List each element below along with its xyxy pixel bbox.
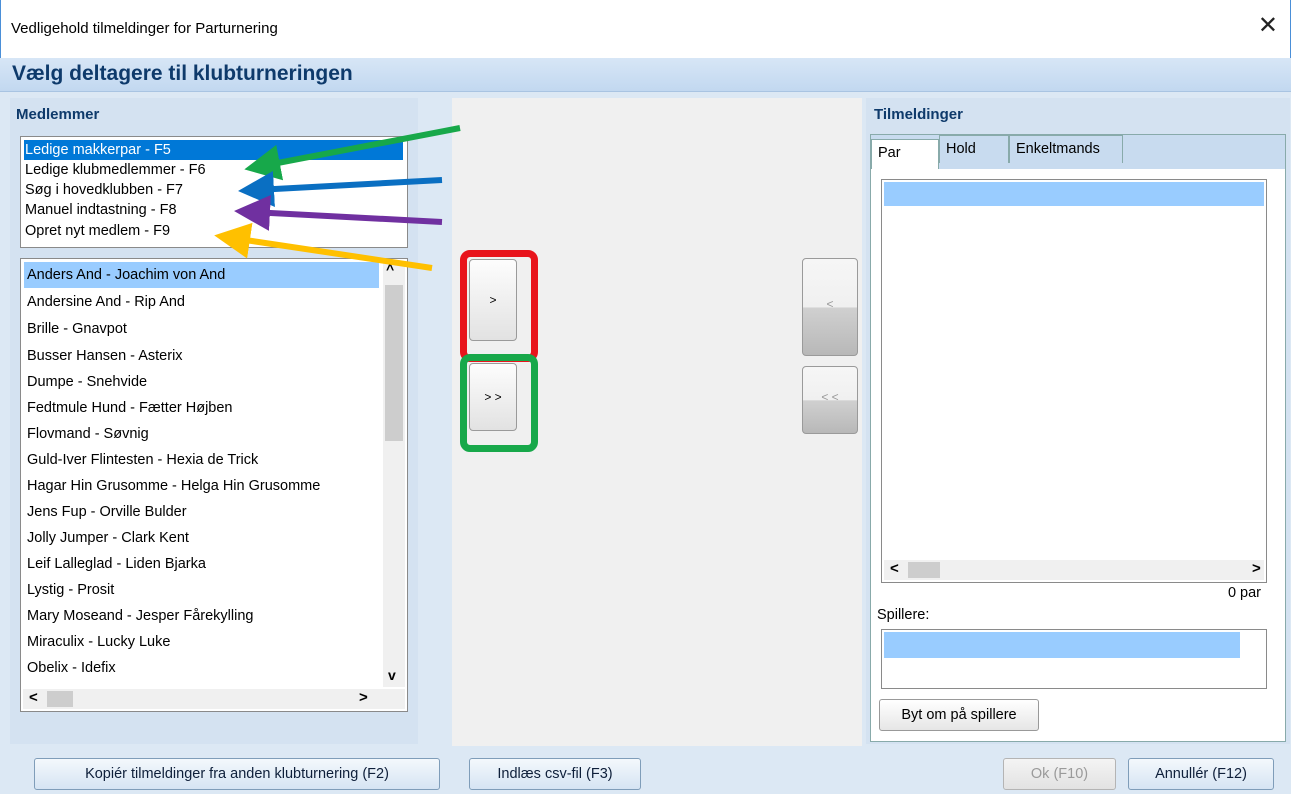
tab-control: Par Hold Enkeltmands < > 0 par Spillere:…: [870, 134, 1286, 742]
transfer-panel: > > > < < <: [452, 98, 862, 746]
pair-count: 0 par: [1227, 585, 1261, 601]
ok-button[interactable]: Ok (F10): [1003, 758, 1116, 790]
list-item[interactable]: Andersine And - Rip And: [24, 289, 379, 315]
page-header: Vælg deltagere til klubturneringen: [0, 58, 1291, 92]
add-all-button[interactable]: > >: [469, 363, 517, 431]
list-item[interactable]: Flovmand - Søvnig: [24, 421, 379, 447]
members-panel: Medlemmer Ledige makkerpar - F5 Ledige k…: [10, 98, 418, 744]
source-option-opret-nyt-medlem[interactable]: Opret nyt medlem - F9: [24, 221, 170, 241]
registrations-list[interactable]: < >: [881, 179, 1267, 583]
scroll-up-icon[interactable]: ^: [386, 261, 394, 277]
list-item[interactable]: Jolly Jumper - Clark Kent: [24, 525, 379, 551]
registrations-label: Tilmeldinger: [874, 106, 963, 123]
source-option-ledige-klubmedlemmer[interactable]: Ledige klubmedlemmer - F6: [24, 160, 206, 180]
list-item[interactable]: Brille - Gnavpot: [24, 316, 379, 342]
page-title: Vælg deltagere til klubturneringen: [12, 62, 353, 85]
list-item[interactable]: [884, 182, 1264, 206]
tab-hold[interactable]: Hold: [939, 135, 1009, 163]
remove-one-button[interactable]: <: [802, 258, 858, 356]
scroll-right-icon[interactable]: >: [359, 689, 368, 706]
import-csv-button[interactable]: Indlæs csv-fil (F3): [469, 758, 641, 790]
window-title: Vedligehold tilmeldinger for Parturnerin…: [11, 20, 278, 37]
list-item[interactable]: Guld-Iver Flintesten - Hexia de Trick: [24, 447, 379, 473]
players-label: Spillere:: [877, 607, 930, 623]
list-item[interactable]: Fedtmule Hund - Fætter Højben: [24, 395, 379, 421]
members-vertical-scrollbar[interactable]: ^ v: [383, 261, 405, 687]
scrollbar-thumb[interactable]: [908, 562, 940, 578]
scroll-down-icon[interactable]: v: [388, 667, 396, 683]
list-item[interactable]: Jens Fup - Orville Bulder: [24, 499, 379, 525]
scroll-left-icon[interactable]: <: [890, 560, 899, 577]
source-listbox[interactable]: Ledige makkerpar - F5 Ledige klubmedlemm…: [20, 136, 408, 248]
list-item[interactable]: Busser Hansen - Asterix: [24, 343, 379, 369]
members-list[interactable]: Anders And - Joachim von And Andersine A…: [20, 258, 408, 712]
list-item[interactable]: Obelix - Idefix: [24, 655, 379, 681]
scroll-left-icon[interactable]: <: [29, 689, 38, 706]
scrollbar-thumb[interactable]: [47, 691, 73, 707]
list-item[interactable]: Dumpe - Snehvide: [24, 369, 379, 395]
list-item[interactable]: Lystig - Prosit: [24, 577, 379, 603]
source-option-manuel-indtastning[interactable]: Manuel indtastning - F8: [24, 200, 177, 220]
tab-enkeltmands[interactable]: Enkeltmands: [1009, 135, 1123, 163]
list-item[interactable]: Hagar Hin Grusomme - Helga Hin Grusomme: [24, 473, 379, 499]
source-option-ledige-makkerpar[interactable]: Ledige makkerpar - F5: [24, 140, 403, 160]
title-bar: Vedligehold tilmeldinger for Parturnerin…: [0, 0, 1291, 58]
list-item[interactable]: Mary Moseand - Jesper Fårekylling: [24, 603, 379, 629]
scroll-right-icon[interactable]: >: [1252, 560, 1261, 577]
swap-players-button[interactable]: Byt om på spillere: [879, 699, 1039, 731]
tab-par[interactable]: Par: [871, 139, 939, 171]
registrations-horizontal-scrollbar[interactable]: < >: [884, 560, 1264, 580]
list-item[interactable]: Leif Lalleglad - Liden Bjarka: [24, 551, 379, 577]
members-label: Medlemmer: [16, 106, 100, 123]
members-horizontal-scrollbar[interactable]: < >: [23, 689, 405, 709]
source-option-soeg-hovedklubben[interactable]: Søg i hovedklubben - F7: [24, 180, 183, 200]
remove-all-button[interactable]: < <: [802, 366, 858, 434]
list-item[interactable]: [884, 632, 1240, 658]
registrations-panel: Tilmeldinger Par Hold Enkeltmands < > 0 …: [866, 98, 1290, 744]
tab-page: < > 0 par Spillere: Byt om på spillere: [871, 169, 1285, 741]
add-one-button[interactable]: >: [469, 259, 517, 341]
scrollbar-thumb[interactable]: [385, 285, 403, 441]
list-item[interactable]: Anders And - Joachim von And: [24, 262, 379, 288]
players-list[interactable]: [881, 629, 1267, 689]
list-item[interactable]: Miraculix - Lucky Luke: [24, 629, 379, 655]
copy-registrations-button[interactable]: Kopiér tilmeldinger fra anden klubturner…: [34, 758, 440, 790]
close-icon[interactable]: ✕: [1258, 12, 1278, 40]
cancel-button[interactable]: Annullér (F12): [1128, 758, 1274, 790]
